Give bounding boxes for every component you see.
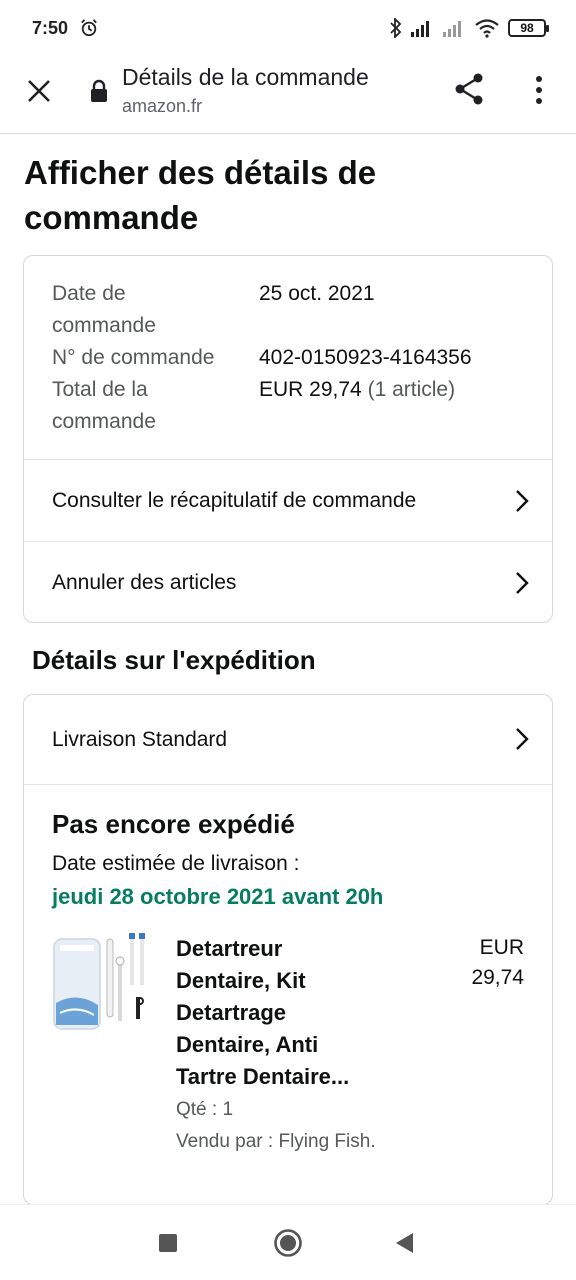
chevron-right-icon <box>516 490 529 512</box>
chevron-right-icon <box>516 572 529 594</box>
product-title-link[interactable]: Detartreur Dentaire, Kit Detartrage Dent… <box>176 933 396 1093</box>
browser-toolbar: Détails de la commande amazon.fr <box>0 56 576 134</box>
order-info-grid: Date de commande 25 oct. 2021 N° de comm… <box>52 278 472 438</box>
view-order-summary-label: Consulter le récapitulatif de commande <box>52 488 417 512</box>
browser-page-title: Détails de la commande <box>122 64 369 90</box>
recent-apps-button[interactable] <box>159 1234 177 1252</box>
price-currency: EUR <box>479 936 524 959</box>
estimated-delivery-date: jeudi 28 octobre 2021 avant 20h <box>52 884 384 909</box>
order-number-label: N° de commande <box>52 346 215 369</box>
product-title-line: Tartre Dentaire... <box>176 1064 350 1089</box>
order-item-count: (1 article) <box>367 378 456 401</box>
product-title-line: Detartreur <box>176 936 283 961</box>
order-total-label: Total de la commande <box>52 378 156 433</box>
more-options-icon[interactable] <box>528 74 550 106</box>
close-icon[interactable] <box>24 76 54 106</box>
order-total-row: Total de la commande EUR 29,74 (1 articl… <box>52 374 472 438</box>
home-button-icon[interactable] <box>273 1228 303 1258</box>
product-title-line: Dentaire, Kit <box>176 968 306 993</box>
view-order-summary-link[interactable]: Consulter le récapitulatif de commande <box>24 459 552 541</box>
product-title-line: Dentaire, Anti <box>176 1032 319 1057</box>
signal-roaming-icon <box>443 21 461 37</box>
shipping-method-label: Livraison Standard <box>52 727 228 751</box>
order-total-value: EUR 29,74 (1 article) <box>259 374 455 438</box>
battery-icon: 98 <box>508 19 549 37</box>
browser-url[interactable]: amazon.fr <box>122 96 202 117</box>
wifi-icon <box>475 19 499 38</box>
order-date-value: 25 oct. 2021 <box>259 282 375 305</box>
shipping-card: Livraison Standard Pas encore expédié Da… <box>23 694 553 1205</box>
status-time: 7:50 <box>32 17 69 38</box>
product-seller: Vendu par : Flying Fish. <box>176 1131 376 1152</box>
cancel-items-label: Annuler des articles <box>52 570 237 594</box>
price-amount: 29,74 <box>471 966 524 989</box>
product-image[interactable] <box>52 931 152 1035</box>
chevron-right-icon <box>516 728 529 750</box>
cancel-items-link[interactable]: Annuler des articles <box>24 541 552 623</box>
order-total-amount: EUR 29,74 <box>259 378 362 401</box>
estimated-delivery-label: Date estimée de livraison : <box>52 852 300 875</box>
alarm-icon <box>81 19 97 37</box>
lock-icon[interactable] <box>88 79 110 103</box>
share-icon[interactable] <box>452 71 488 107</box>
bluetooth-icon <box>390 18 402 38</box>
page-title: Afficher des détails de commande <box>24 154 377 236</box>
shipping-section-title: Détails sur l'expédition <box>32 645 316 675</box>
signal-icon <box>411 21 429 37</box>
order-date-row: Date de commande 25 oct. 2021 <box>52 278 472 342</box>
product-price: EUR 29,74 <box>434 933 524 993</box>
shipping-method-link[interactable]: Livraison Standard <box>24 695 552 785</box>
order-info-card: Date de commande 25 oct. 2021 N° de comm… <box>23 255 553 623</box>
status-bar: 7:50 98 <box>0 0 576 56</box>
order-number-row: N° de commande 402-0150923-4164356 <box>52 342 472 374</box>
order-date-label: Date de commande <box>52 282 156 337</box>
shipping-status: Pas encore expédié <box>52 809 295 839</box>
system-nav-bar <box>0 1204 576 1280</box>
product-title-line: Detartrage <box>176 1000 287 1025</box>
status-icons: 98 <box>390 18 549 38</box>
order-number-value: 402-0150923-4164356 <box>259 346 472 369</box>
back-button-icon[interactable] <box>394 1231 414 1255</box>
product-quantity: Qté : 1 <box>176 1099 234 1120</box>
